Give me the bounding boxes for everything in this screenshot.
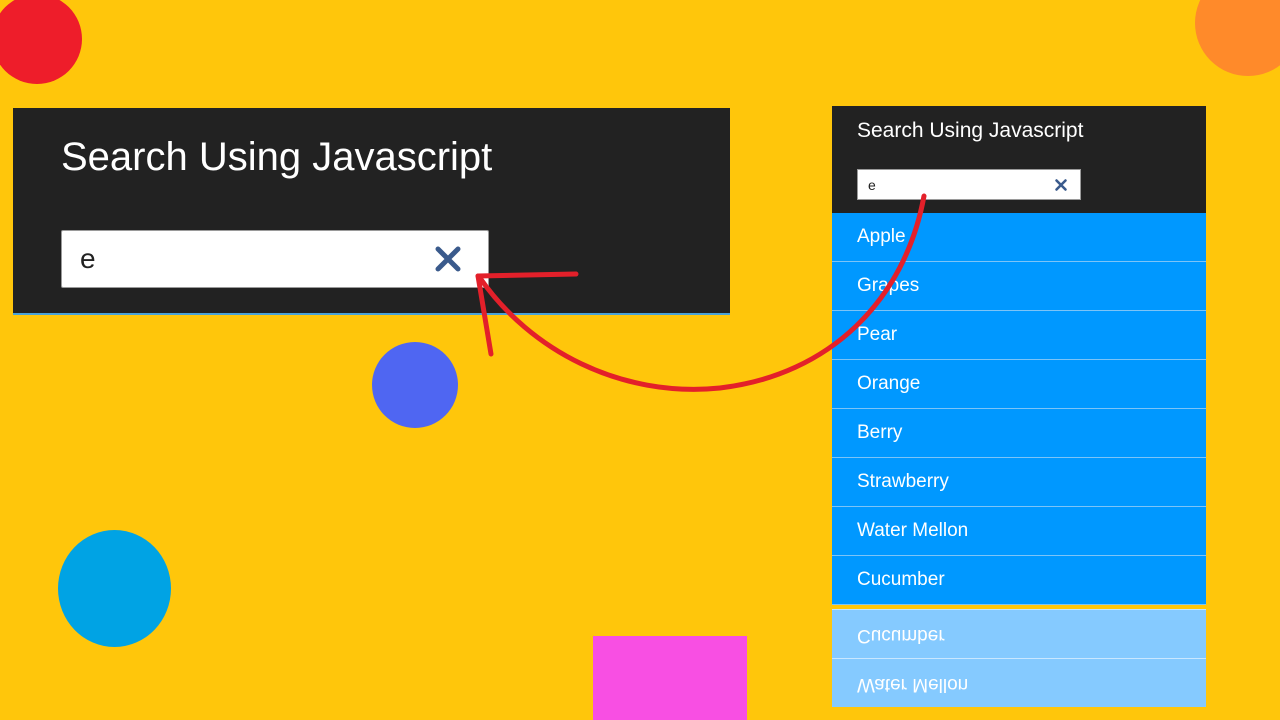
blue-circle-decoration xyxy=(372,342,458,428)
large-search-input[interactable] xyxy=(80,239,420,279)
list-item[interactable]: Apple xyxy=(832,213,1206,262)
red-circle-decoration xyxy=(0,0,82,84)
search-demo-panel: Search Using Javascript Apple Grapes Pea… xyxy=(832,106,1206,720)
list-item[interactable]: Cucumber xyxy=(832,556,1206,605)
search-results-list: Apple Grapes Pear Orange Berry Strawberr… xyxy=(832,213,1206,605)
large-search-panel: Search Using Javascript xyxy=(13,108,730,315)
list-item[interactable]: Grapes xyxy=(832,262,1206,311)
orange-circle-decoration xyxy=(1195,0,1280,76)
cyan-circle-decoration xyxy=(58,530,171,647)
list-reflection: Cucumber Water Mellon xyxy=(832,609,1206,720)
search-panel-title: Search Using Javascript xyxy=(857,119,1084,142)
search-box[interactable] xyxy=(857,169,1081,200)
reflected-item-label: Water Mellon xyxy=(857,674,969,695)
close-icon[interactable] xyxy=(432,243,464,275)
large-panel-title: Search Using Javascript xyxy=(61,135,493,179)
list-item[interactable]: Water Mellon xyxy=(832,507,1206,556)
reflected-list-item: Water Mellon xyxy=(832,658,1206,707)
reflected-list-item: Cucumber xyxy=(832,609,1206,658)
list-item[interactable]: Strawberry xyxy=(832,458,1206,507)
list-item[interactable]: Pear xyxy=(832,311,1206,360)
search-input[interactable] xyxy=(868,174,1038,196)
thumbnail-stage: Search Using Javascript Search Using Jav… xyxy=(0,0,1280,720)
close-icon[interactable] xyxy=(1054,178,1068,192)
pink-square-decoration xyxy=(593,636,747,720)
large-search-box[interactable] xyxy=(61,230,489,288)
search-panel-header: Search Using Javascript xyxy=(832,106,1206,213)
list-item[interactable]: Berry xyxy=(832,409,1206,458)
list-item[interactable]: Orange xyxy=(832,360,1206,409)
reflected-item-label: Cucumber xyxy=(857,625,945,646)
